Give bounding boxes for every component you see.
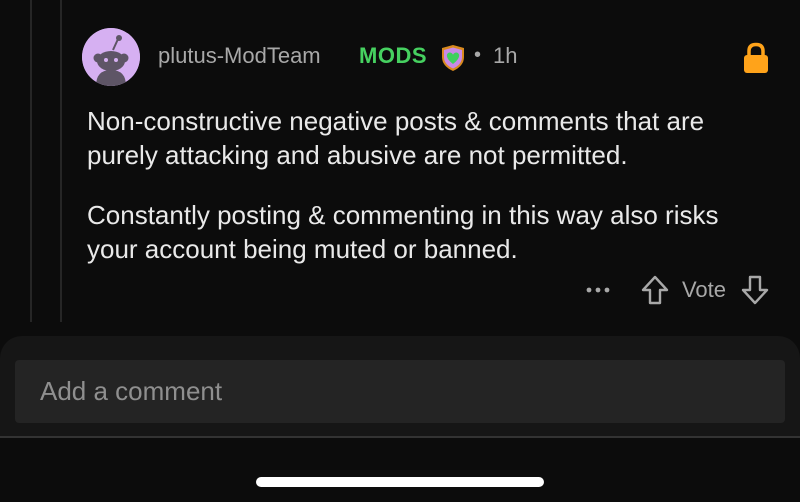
more-options-icon xyxy=(586,287,610,293)
divider xyxy=(0,436,800,438)
meta-separator: • xyxy=(474,44,482,66)
thread-line-inner[interactable] xyxy=(60,0,62,322)
upvote-arrow-icon xyxy=(641,275,669,305)
thread-line-outer[interactable] xyxy=(30,0,32,322)
user-avatar[interactable] xyxy=(82,28,140,86)
mods-flair: MODS xyxy=(359,43,427,68)
lock-icon xyxy=(744,42,768,73)
more-options-button[interactable] xyxy=(580,272,616,308)
comment-screen: plutus-ModTeam MODS • 1h Non-constructiv… xyxy=(0,0,800,502)
home-indicator[interactable] xyxy=(256,477,544,487)
snoo-avatar-icon xyxy=(82,28,140,86)
comment-timestamp: 1h xyxy=(493,43,518,68)
add-comment-input[interactable] xyxy=(15,360,785,423)
mod-shield-icon xyxy=(442,45,464,71)
downvote-arrow-icon xyxy=(741,275,769,305)
comment-paragraph: Constantly posting & commenting in this … xyxy=(87,200,719,264)
vote-label: Vote xyxy=(681,277,726,302)
downvote-button[interactable] xyxy=(738,272,772,308)
comment-author[interactable]: plutus-ModTeam xyxy=(158,43,321,69)
comment-paragraph: Non-constructive negative posts & commen… xyxy=(87,106,705,170)
comment-actions: Vote xyxy=(580,272,772,308)
comment-composer xyxy=(0,322,800,502)
comment-header: plutus-ModTeam MODS • 1h xyxy=(82,26,782,88)
upvote-button[interactable] xyxy=(638,272,672,308)
comment-thread: plutus-ModTeam MODS • 1h Non-constructiv… xyxy=(0,0,800,322)
